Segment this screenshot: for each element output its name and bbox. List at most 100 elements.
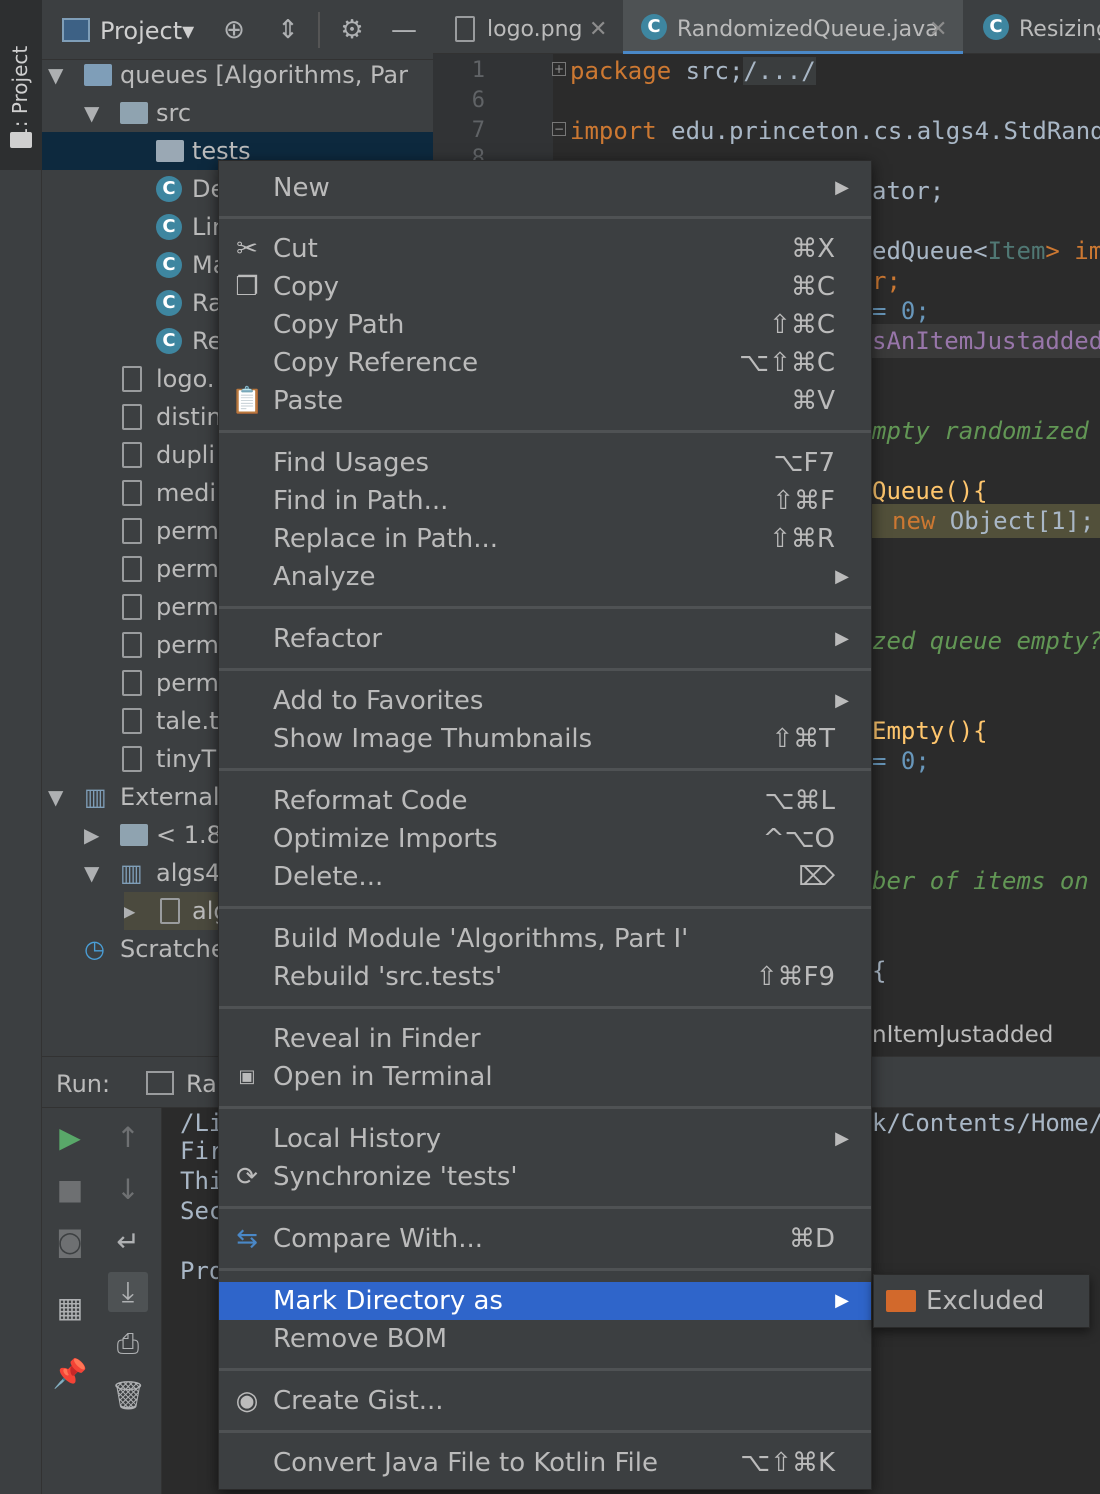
- menu-item-label: Copy: [273, 272, 339, 302]
- java-class-icon: C: [156, 214, 182, 240]
- text-file-icon: [122, 632, 142, 658]
- layout-icon[interactable]: ▦: [50, 1288, 90, 1328]
- sync-icon: ⟳: [236, 1162, 258, 1192]
- fold-icon[interactable]: −: [552, 122, 566, 136]
- menu-item-label: Delete...: [273, 862, 384, 892]
- menu-item-shortcut: ^⌥O: [762, 824, 835, 854]
- code-keyword: package: [570, 57, 672, 85]
- tab-resizing[interactable]: C Resizing: [963, 0, 1100, 54]
- menu-item-shortcut: ⌥⇧⌘K: [740, 1448, 835, 1478]
- locate-icon[interactable]: ⊕: [214, 0, 254, 60]
- soft-wrap-icon[interactable]: ↵: [108, 1222, 148, 1262]
- menu-item-analyze[interactable]: Analyze ▶: [219, 558, 871, 596]
- menu-item-copy-path[interactable]: Copy Path ⇧⌘C: [219, 306, 871, 344]
- menu-item-synchronize[interactable]: ⟳ Synchronize 'tests': [219, 1158, 871, 1196]
- tab-randomizedqueue-java[interactable]: C RandomizedQueue.java ✕: [623, 0, 963, 54]
- menu-item-replace-in-path[interactable]: Replace in Path... ⇧⌘R: [219, 520, 871, 558]
- code-text: Object[1];: [935, 507, 1095, 535]
- submenu-arrow-icon: ▶: [835, 1290, 849, 1311]
- menu-item-label: Show Image Thumbnails: [273, 724, 593, 754]
- menu-item-label: Find in Path...: [273, 486, 449, 516]
- project-view-label: Project: [100, 17, 183, 45]
- menu-item-paste[interactable]: 📋 Paste ⌘V: [219, 382, 871, 420]
- menu-separator: [219, 1368, 871, 1371]
- code-line-import[interactable]: import edu.princeton.cs.algs4.StdRando: [570, 114, 1100, 148]
- menu-item-build-module[interactable]: Build Module 'Algorithms, Part I': [219, 920, 871, 958]
- menu-item-create-gist[interactable]: ◉ Create Gist...: [219, 1382, 871, 1420]
- menu-item-reformat-code[interactable]: Reformat Code ⌥⌘L: [219, 782, 871, 820]
- menu-separator: [219, 668, 871, 671]
- menu-item-show-image-thumbnails[interactable]: Show Image Thumbnails ⇧⌘T: [219, 720, 871, 758]
- menu-item-open-in-terminal[interactable]: ▣ Open in Terminal: [219, 1058, 871, 1096]
- submenu-arrow-icon: ▶: [835, 690, 849, 711]
- tab-label: Resizing: [1019, 17, 1100, 42]
- close-icon[interactable]: ✕: [929, 0, 947, 51]
- menu-item-shortcut: ⌘X: [791, 234, 835, 264]
- submenu-arrow-icon: ▶: [835, 177, 849, 198]
- folder-icon: [10, 132, 32, 148]
- code-fragment: edQueue<Item> imp: [872, 234, 1100, 268]
- menu-item-add-to-favorites[interactable]: Add to Favorites ▶: [219, 682, 871, 720]
- project-tool-tab-label[interactable]: 1: Project: [8, 20, 36, 140]
- java-class-icon: C: [156, 328, 182, 354]
- run-tab[interactable]: Ra: [186, 1057, 217, 1111]
- chevron-down-icon[interactable]: ▼: [84, 854, 99, 892]
- menu-item-local-history[interactable]: Local History ▶: [219, 1120, 871, 1158]
- arrow-down-icon[interactable]: ↓: [108, 1170, 148, 1210]
- print-icon[interactable]: ⎙: [108, 1324, 148, 1364]
- trash-icon[interactable]: 🗑: [108, 1376, 148, 1416]
- chevron-down-icon[interactable]: ▼: [48, 778, 63, 816]
- tree-item-label: distin: [156, 403, 222, 431]
- code-text: src;: [671, 57, 744, 85]
- menu-item-mark-directory-as[interactable]: Mark Directory as ▶: [219, 1282, 871, 1320]
- menu-item-label: Convert Java File to Kotlin File: [273, 1448, 658, 1478]
- menu-item-refactor[interactable]: Refactor ▶: [219, 620, 871, 658]
- scroll-to-end-icon[interactable]: ⤓: [108, 1272, 148, 1312]
- pin-icon[interactable]: 📌: [50, 1354, 90, 1394]
- tab-label: logo.png: [487, 17, 583, 42]
- stop-icon[interactable]: ■: [50, 1170, 90, 1210]
- tab-logo-png[interactable]: logo.png ✕: [433, 0, 623, 54]
- chevron-right-icon[interactable]: ▶: [84, 816, 99, 854]
- submenu-item-label: Excluded: [926, 1286, 1045, 1316]
- menu-item-new[interactable]: New ▶: [219, 169, 871, 207]
- menu-item-find-usages[interactable]: Find Usages ⌥F7: [219, 444, 871, 482]
- menu-item-cut[interactable]: ✂ Cut ⌘X: [219, 230, 871, 268]
- menu-item-convert-java-to-kotlin[interactable]: Convert Java File to Kotlin File ⌥⇧⌘K: [219, 1444, 871, 1482]
- chevron-down-icon[interactable]: ▼: [84, 94, 99, 132]
- folded-region[interactable]: /.../: [743, 57, 816, 85]
- text-file-icon: [122, 480, 142, 506]
- menu-item-find-in-path[interactable]: Find in Path... ⇧⌘F: [219, 482, 871, 520]
- tree-item-queues[interactable]: ▼ queues [Algorithms, Par: [42, 56, 433, 94]
- arrow-up-icon[interactable]: ↑: [108, 1118, 148, 1158]
- run-icon[interactable]: ▶: [50, 1118, 90, 1158]
- menu-item-remove-bom[interactable]: Remove BOM: [219, 1320, 871, 1358]
- text-file-icon: [122, 518, 142, 544]
- menu-item-compare-with[interactable]: ⇆ Compare With... ⌘D: [219, 1220, 871, 1258]
- menu-item-rebuild[interactable]: Rebuild 'src.tests' ⇧⌘F9: [219, 958, 871, 996]
- camera-icon[interactable]: ◙: [50, 1222, 90, 1262]
- excluded-folder-icon: [886, 1290, 916, 1312]
- gear-icon[interactable]: ⚙: [332, 0, 372, 60]
- chevron-right-icon[interactable]: ▶: [124, 892, 135, 930]
- submenu-item-excluded[interactable]: Excluded: [874, 1282, 1089, 1320]
- menu-item-copy-reference[interactable]: Copy Reference ⌥⇧⌘C: [219, 344, 871, 382]
- menu-item-shortcut: ⇧⌘F9: [755, 962, 835, 992]
- java-class-icon: C: [156, 252, 182, 278]
- text-file-icon: [122, 746, 142, 772]
- menu-item-reveal-in-finder[interactable]: Reveal in Finder: [219, 1020, 871, 1058]
- breadcrumb[interactable]: nItemJustadded: [872, 1016, 1053, 1054]
- menu-item-label: Mark Directory as: [273, 1286, 503, 1316]
- collapse-all-icon[interactable]: ⇕: [268, 0, 308, 60]
- code-line-package[interactable]: package src;/.../: [570, 54, 816, 88]
- project-view-selector[interactable]: Project▾: [100, 0, 194, 60]
- close-icon[interactable]: ✕: [589, 0, 607, 54]
- menu-item-optimize-imports[interactable]: Optimize Imports ^⌥O: [219, 820, 871, 858]
- tree-item-src[interactable]: ▼ src: [42, 94, 433, 132]
- menu-item-shortcut: ⌘V: [791, 386, 835, 416]
- chevron-down-icon[interactable]: ▼: [48, 56, 63, 94]
- menu-item-copy[interactable]: ❐ Copy ⌘C: [219, 268, 871, 306]
- hide-panel-icon[interactable]: —: [384, 0, 424, 60]
- fold-icon[interactable]: +: [552, 62, 566, 76]
- menu-item-delete[interactable]: Delete... ⌦: [219, 858, 871, 896]
